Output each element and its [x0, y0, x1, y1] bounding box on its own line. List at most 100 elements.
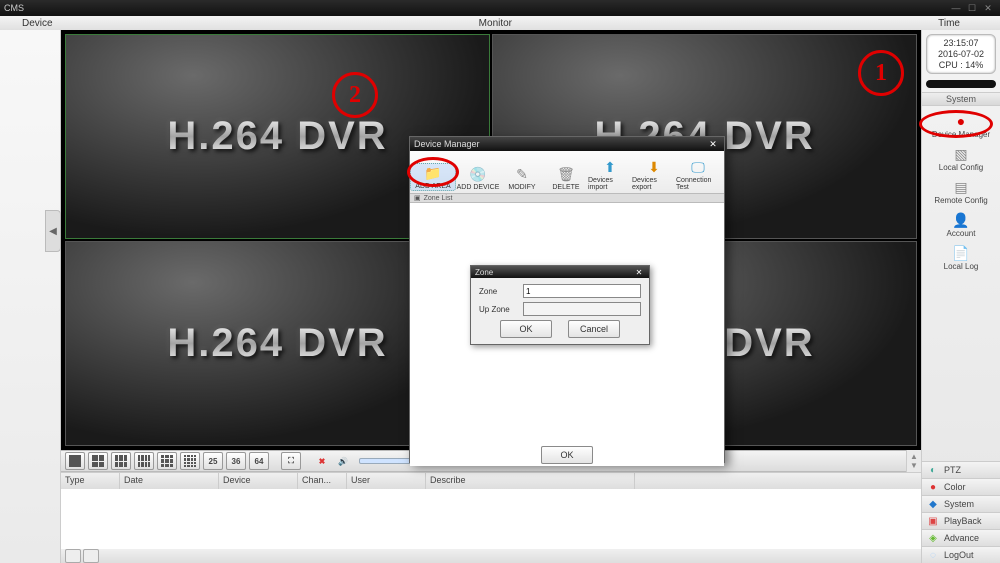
close-icon[interactable]: ✕	[980, 2, 996, 14]
grid-1-button[interactable]	[65, 452, 85, 470]
system-item-icon: ●	[951, 112, 971, 130]
dialog-titlebar[interactable]: Device Manager ✕	[410, 137, 724, 151]
dm-tool-icon: ⬇	[644, 158, 664, 176]
right-button-advance[interactable]: ◈Advance	[922, 529, 1000, 546]
device-tree-header: ▣ Zone List	[410, 193, 724, 203]
system-item-account[interactable]: 👤Account	[947, 211, 976, 238]
right-button-ptz[interactable]: ◐PTZ	[922, 461, 1000, 478]
device-manager-ok-button[interactable]: OK	[541, 446, 593, 464]
right-panel: 23:15:07 2016-07-02 CPU : 14% System ●De…	[921, 30, 1000, 563]
left-panel-toggle[interactable]: ◀	[45, 210, 61, 252]
dm-tool-label: ADD AREA	[415, 183, 450, 190]
dm-tool-icon: 📁	[423, 164, 443, 182]
zone-cancel-button[interactable]: Cancel	[568, 320, 620, 338]
right-button-icon: ◆	[926, 497, 940, 511]
log-col-describe[interactable]: Describe	[426, 473, 635, 489]
dialog-close-icon[interactable]: ✕	[706, 138, 720, 150]
system-item-label: Local Log	[944, 263, 979, 271]
dm-tool-devices-export[interactable]: ⬇Devices export	[632, 158, 676, 191]
grid-4-button[interactable]	[88, 452, 108, 470]
dm-tool-label: Devices export	[632, 177, 676, 191]
dm-tool-label: DELETE	[552, 184, 579, 191]
right-button-label: PlayBack	[944, 516, 982, 526]
zone-input[interactable]	[523, 284, 641, 298]
log-col-chan[interactable]: Chan...	[298, 473, 347, 489]
right-button-logout[interactable]: ◌ LogOut	[922, 546, 1000, 563]
system-panel-header: System	[922, 92, 1000, 106]
dm-tool-devices-import[interactable]: ⬆Devices import	[588, 158, 632, 191]
system-item-icon: 📄	[951, 244, 971, 262]
system-item-local-config[interactable]: ▧Local Config	[939, 145, 983, 172]
grid-9-button[interactable]	[157, 452, 177, 470]
disconnect-button[interactable]: ✖	[313, 453, 331, 469]
log-col-user[interactable]: User	[347, 473, 426, 489]
volume-icon[interactable]: 🔊	[334, 453, 352, 469]
minimize-icon[interactable]: —	[948, 2, 964, 14]
tree-label: Zone List	[424, 195, 453, 202]
zone-dialog-close-icon[interactable]: ✕	[633, 267, 645, 277]
right-button-label: LogOut	[944, 550, 974, 560]
log-col-device[interactable]: Device	[219, 473, 298, 489]
dm-tool-icon: 🗑	[556, 165, 576, 183]
right-button-icon: ●	[926, 480, 940, 494]
log-col-type[interactable]: Type	[61, 473, 120, 489]
device-manager-dialog: Device Manager ✕ 📁ADD AREA💿ADD DEVICE✎MO…	[409, 136, 725, 463]
left-panel: ◀	[0, 30, 61, 563]
right-button-icon: ▣	[926, 514, 940, 528]
center-panel: H.264 DVR H.264 DVR H.264 DVR H.264 DVR …	[61, 30, 921, 563]
right-button-label: PTZ	[944, 465, 961, 475]
clock-date: 2016-07-02	[929, 49, 993, 60]
menu-monitor[interactable]: Monitor	[75, 18, 917, 29]
dm-tool-connection-test[interactable]: 🖵Connection Test	[676, 158, 720, 191]
log-prev-button[interactable]	[65, 549, 81, 563]
dm-tool-label: MODIFY	[508, 184, 535, 191]
system-item-icon: ▤	[951, 178, 971, 196]
zone-dialog-titlebar[interactable]: Zone ✕	[471, 266, 649, 278]
right-button-system[interactable]: ◆ System	[922, 495, 1000, 512]
dm-tool-icon: 🖵	[688, 158, 708, 176]
toolbar-scroll[interactable]: ▲▼	[906, 450, 921, 472]
grid-36-button[interactable]: 36	[226, 452, 246, 470]
dm-tool-label: Connection Test	[676, 177, 720, 191]
system-item-local-log[interactable]: 📄Local Log	[944, 244, 979, 271]
right-button-label: Color	[944, 482, 966, 492]
grid-6-button[interactable]	[111, 452, 131, 470]
cpu-bar	[926, 80, 996, 88]
menu-device[interactable]: Device	[0, 18, 75, 29]
log-col-date[interactable]: Date	[120, 473, 219, 489]
upzone-input[interactable]	[523, 302, 641, 316]
dm-tool-add-device[interactable]: 💿ADD DEVICE	[456, 165, 500, 191]
clock-box: 23:15:07 2016-07-02 CPU : 14%	[926, 34, 996, 74]
right-button-playback[interactable]: ▣ PlayBack	[922, 512, 1000, 529]
log-header: TypeDateDeviceChan...UserDescribe	[61, 473, 921, 489]
system-item-label: Local Config	[939, 164, 983, 172]
app-title: CMS	[4, 3, 24, 13]
zone-label: Zone	[479, 287, 517, 296]
device-manager-body: Zone ✕ Zone Up Zone	[410, 203, 724, 466]
grid-25-button[interactable]: 25	[203, 452, 223, 470]
right-button-label: System	[944, 499, 974, 509]
log-next-button[interactable]	[83, 549, 99, 563]
grid-8-button[interactable]	[134, 452, 154, 470]
zone-ok-button[interactable]: OK	[500, 320, 552, 338]
clock-time: 23:15:07	[929, 38, 993, 49]
system-item-remote-config[interactable]: ▤Remote Config	[934, 178, 987, 205]
right-button-icon: ◈	[926, 531, 940, 545]
dialog-title: Device Manager	[414, 139, 480, 149]
clock-cpu: CPU : 14%	[929, 60, 993, 71]
window-titlebar: CMS — ☐ ✕	[0, 0, 1000, 16]
maximize-icon[interactable]: ☐	[964, 2, 980, 14]
dm-tool-add-area[interactable]: 📁ADD AREA	[410, 163, 456, 191]
fullscreen-button[interactable]: ⛶	[281, 452, 301, 470]
right-button-color[interactable]: ● Color	[922, 478, 1000, 495]
right-button-icon: ◌	[926, 548, 940, 562]
grid-16-button[interactable]	[180, 452, 200, 470]
device-manager-toolbar: 📁ADD AREA💿ADD DEVICE✎MODIFY🗑DELETE⬆Devic…	[410, 151, 724, 193]
system-item-label: Account	[947, 230, 976, 238]
dm-tool-modify[interactable]: ✎MODIFY	[500, 165, 544, 191]
dm-tool-delete[interactable]: 🗑DELETE	[544, 165, 588, 191]
zone-dialog: Zone ✕ Zone Up Zone	[470, 265, 650, 345]
grid-64-button[interactable]: 64	[249, 452, 269, 470]
system-item-device-manager[interactable]: ●Device Manager	[932, 112, 990, 139]
menu-time[interactable]: Time	[916, 18, 1000, 29]
